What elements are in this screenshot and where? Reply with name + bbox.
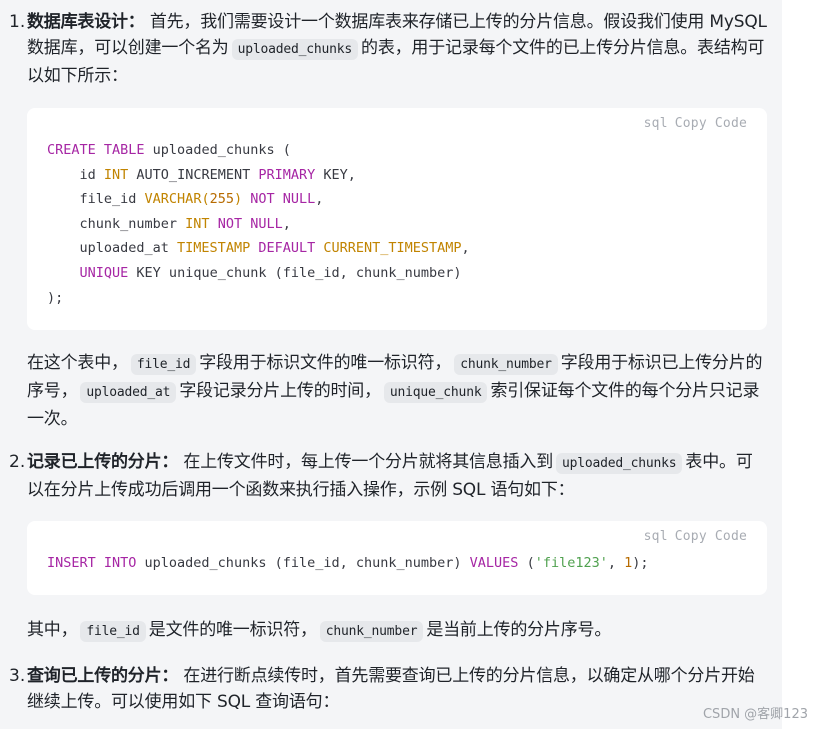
watermark: CSDN @客卿123 bbox=[702, 707, 808, 722]
code-label[interactable]: Code bbox=[715, 116, 747, 131]
code-line: file_id VARCHAR(255) NOT NULL, bbox=[47, 187, 470, 212]
inline-code: unique_chunk bbox=[383, 382, 488, 403]
code-line: UNIQUE KEY unique_chunk (file_id, chunk_… bbox=[47, 261, 470, 286]
code-token-st: 'file123' bbox=[534, 555, 608, 571]
inline-code: uploaded_chunks bbox=[556, 453, 683, 474]
code-line: chunk_number INT NOT NULL, bbox=[47, 212, 470, 237]
list-number: 2. bbox=[9, 452, 26, 472]
code-line: ); bbox=[47, 286, 470, 311]
code-line: id INT AUTO_INCREMENT PRIMARY KEY, bbox=[47, 163, 470, 188]
code-token-kw: CREATE TABLE bbox=[47, 142, 145, 158]
code-token-ty: INT bbox=[185, 215, 210, 232]
code-content: INSERT INTO uploaded_chunks (file_id, ch… bbox=[47, 551, 649, 576]
code-token-kw: UNIQUE bbox=[79, 264, 129, 281]
code-token-ty: INT bbox=[103, 166, 129, 183]
code-language-label: sql bbox=[643, 116, 668, 131]
code-token: uploaded_chunks ( bbox=[144, 142, 291, 158]
code-token: AUTO_INCREMENT bbox=[128, 166, 259, 183]
inline-code: uploaded_at bbox=[80, 382, 177, 403]
code-token: file_id bbox=[47, 191, 145, 208]
code-toolbar: sql Copy Code bbox=[637, 529, 747, 544]
code-content: CREATE TABLE uploaded_chunks ( id INT AU… bbox=[47, 138, 470, 310]
code-token: KEY unique_chunk (file_id, chunk_number) bbox=[128, 264, 462, 281]
code-token-kw: DEFAULT bbox=[250, 240, 316, 257]
paragraph-text: 是文件的唯一标识符， bbox=[148, 620, 317, 640]
code-token: , bbox=[607, 555, 625, 571]
copy-code-button[interactable]: Copy Code bbox=[675, 529, 747, 544]
inline-code: file_id bbox=[130, 354, 197, 375]
item-title: 数据库表设计： bbox=[27, 12, 145, 32]
paragraph-text: 字段记录分片上传的时间， bbox=[179, 381, 381, 401]
code-token: , bbox=[461, 240, 470, 257]
code-token-ty: ) bbox=[233, 191, 243, 208]
code-token: id bbox=[47, 166, 104, 183]
inline-code: chunk_number bbox=[454, 354, 558, 375]
code-token-kw: NOT NULL bbox=[242, 191, 316, 208]
code-token: , bbox=[282, 215, 291, 232]
paragraph-text: 其中， bbox=[27, 620, 78, 640]
code-line: uploaded_at TIMESTAMP DEFAULT CURRENT_TI… bbox=[47, 236, 470, 261]
copy-label[interactable]: Copy bbox=[675, 529, 707, 544]
code-token-kw: PRIMARY bbox=[258, 166, 316, 183]
item-paragraph: 数据库表设计： 首先，我们需要设计一个数据库表来存储已上传的分片信息。假设我们使… bbox=[27, 9, 767, 89]
code-token: chunk_number bbox=[47, 215, 186, 232]
code-token-kw: VALUES bbox=[469, 555, 519, 571]
copy-code-button[interactable]: Copy Code bbox=[675, 116, 747, 131]
code-line: INSERT INTO uploaded_chunks (file_id, ch… bbox=[47, 551, 649, 576]
code-token: uploaded_at bbox=[47, 240, 178, 257]
code-label[interactable]: Code bbox=[715, 529, 747, 544]
item-title: 记录已上传的分片： bbox=[27, 452, 179, 472]
code-token-kw: NOT NULL bbox=[209, 215, 283, 232]
code-block-insert: sql Copy Code INSERT INTO uploaded_chunks… bbox=[27, 521, 767, 595]
code-token: uploaded_chunks (file_id, chunk_number) bbox=[136, 555, 470, 571]
code-line: CREATE TABLE uploaded_chunks ( bbox=[47, 138, 470, 163]
code-token: ); bbox=[47, 289, 64, 306]
inline-code: chunk_number bbox=[319, 621, 424, 642]
copy-label[interactable]: Copy bbox=[675, 116, 707, 131]
code-token: ( bbox=[518, 555, 535, 571]
code-token-kw: INSERT INTO bbox=[47, 555, 137, 571]
inline-code: uploaded_chunks bbox=[231, 39, 359, 60]
code-block-create-table: sql Copy Code CREATE TABLE uploaded_chunk… bbox=[27, 108, 767, 330]
article-content: 1. 数据库表设计： 首先，我们需要设计一个数据库表来存储已上传的分片信息。假设… bbox=[0, 0, 782, 729]
item-paragraph: 记录已上传的分片： 在上传文件时，每上传一个分片就将其信息插入到 uploaded… bbox=[27, 449, 767, 503]
code-toolbar: sql Copy Code bbox=[637, 116, 747, 131]
code-token: , bbox=[315, 191, 324, 208]
code-token-ty: TIMESTAMP bbox=[177, 240, 251, 257]
list-number: 1. bbox=[9, 12, 26, 32]
code-token-ty: CURRENT_TIMESTAMP bbox=[315, 240, 462, 257]
code-language-label: sql bbox=[643, 529, 668, 544]
paragraph-text: 字段用于标识文件的唯一标识符， bbox=[199, 353, 452, 373]
code-token: ); bbox=[632, 555, 649, 571]
explanation-paragraph-2: 其中， file_id 是文件的唯一标识符， chunk_number 是当前上传的分片… bbox=[27, 617, 767, 645]
item-title: 查询已上传的分片： bbox=[27, 666, 179, 686]
paragraph-text: 在这个表中， bbox=[27, 353, 128, 373]
code-token: KEY, bbox=[315, 166, 356, 183]
code-token-nm: 255 bbox=[209, 191, 234, 208]
item-paragraph: 查询已上传的分片： 在进行断点续传时，首先需要查询已上传的分片信息，以确定从哪个… bbox=[27, 663, 767, 715]
explanation-paragraph-1: 在这个表中， file_id 字段用于标识文件的唯一标识符， chunk_number… bbox=[27, 350, 767, 432]
inline-code: file_id bbox=[80, 621, 146, 642]
code-token-ty: VARCHAR( bbox=[144, 191, 210, 208]
list-number: 3. bbox=[9, 666, 26, 686]
paragraph-text: 是当前上传的分片序号。 bbox=[426, 620, 612, 640]
paragraph-text: 在上传文件时，每上传一个分片就将其信息插入到 bbox=[178, 452, 554, 472]
